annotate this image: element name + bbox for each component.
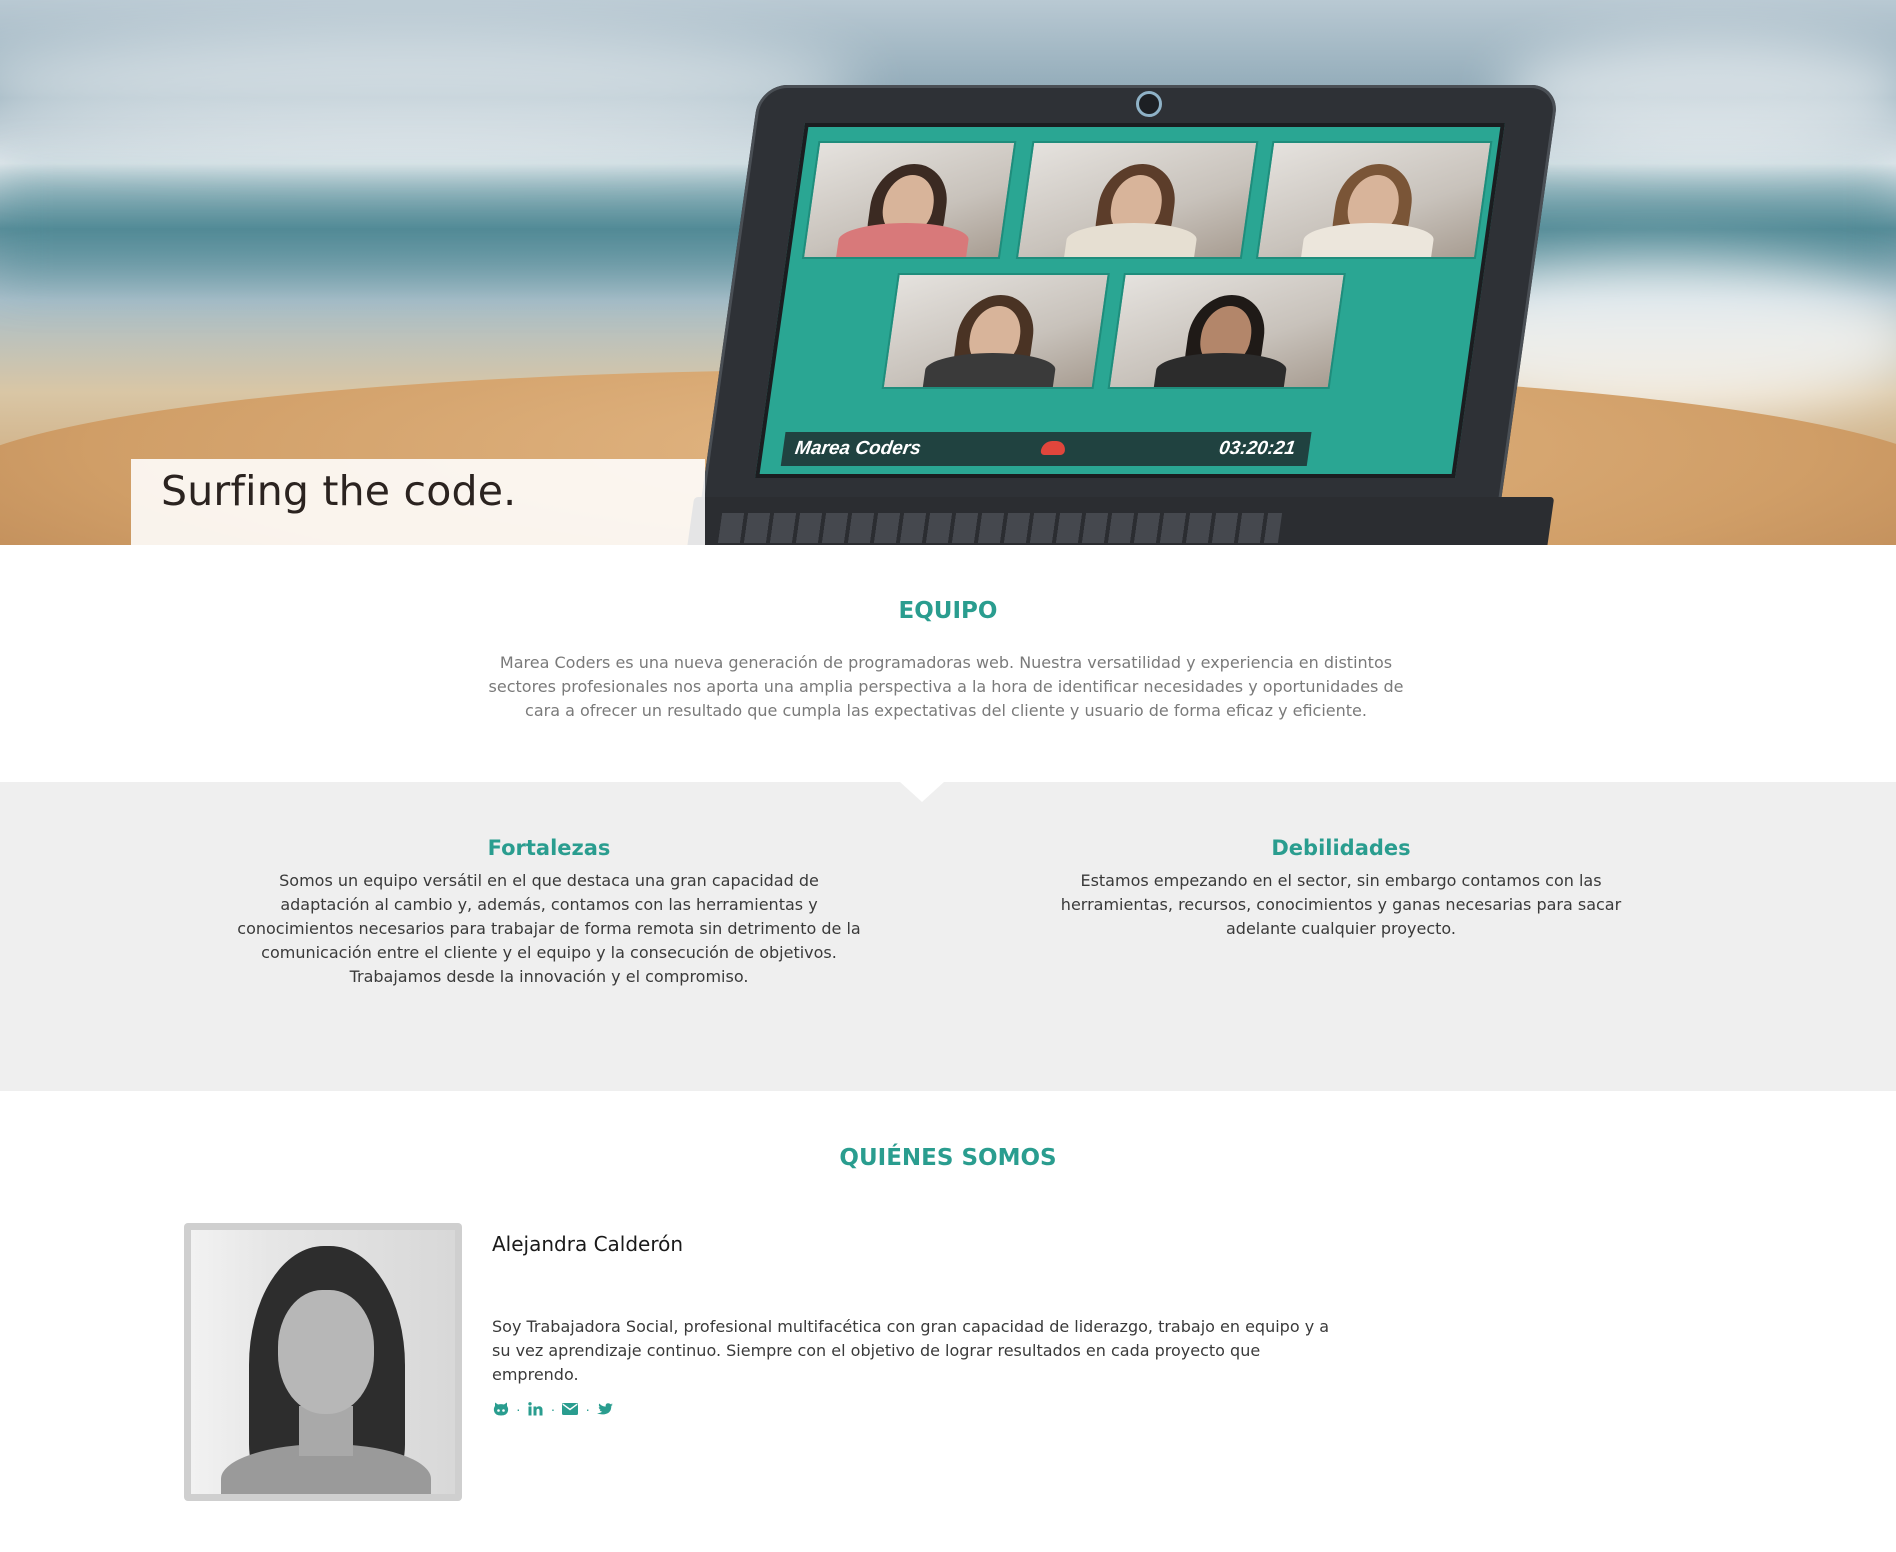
laptop-camera [1136,91,1162,117]
email-icon[interactable] [561,1400,579,1418]
hero-tagline-box: Surfing the code. [131,459,705,545]
member-name: Alejandra Calderón [492,1232,684,1256]
video-tile [801,141,1017,259]
strengths-text: Somos un equipo versátil en el que desta… [237,871,861,986]
quienes-somos-section: QUIÉNES SOMOS Alejandra Calderón Soy Tra… [0,1091,1896,1552]
social-separator: · [516,1401,521,1417]
social-separator: · [550,1401,556,1417]
member-social-links: · · · [492,1399,614,1419]
hero-tagline: Surfing the code. [161,467,517,515]
video-call-bar: Marea Coders 03:20:21 [780,432,1312,466]
quienes-title: QUIÉNES SOMOS [839,1145,1057,1171]
laptop-keyboard [717,513,1283,543]
hero-wave [1500,40,1896,150]
hero-banner: Marea Coders 03:20:21 Surfing the code. [0,0,1896,545]
video-tile [1255,141,1493,259]
github-icon[interactable] [492,1400,510,1418]
video-tile [1015,141,1259,259]
weaknesses-text: Estamos empezando en el sector, sin emba… [1060,871,1622,938]
video-tile [1107,273,1346,389]
equipo-description: Marea Coders es una nueva generación de … [488,653,1404,720]
hero-laptop-image: Marea Coders 03:20:21 [685,85,1560,545]
section-notch [900,782,944,802]
member-photo [191,1230,455,1494]
social-separator: · [585,1401,591,1417]
strengths-weaknesses-section: Fortalezas Somos un equipo versátil en e… [0,782,1896,1091]
weaknesses-title: Debilidades [1271,836,1411,860]
video-tile [881,273,1110,389]
strengths-title: Fortalezas [487,836,611,860]
equipo-title: EQUIPO [898,598,998,624]
weaknesses-block: Debilidades Estamos empezando en el sect… [1024,836,1658,941]
member-bio: Soy Trabajadora Social, profesional mult… [492,1317,1330,1384]
video-call-screen: Marea Coders 03:20:21 [755,123,1505,478]
call-time: 03:20:21 [1217,438,1297,459]
twitter-icon[interactable] [596,1400,614,1418]
call-name: Marea Coders [793,438,923,459]
equipo-section: EQUIPO Marea Coders es una nueva generac… [0,545,1896,782]
team-member-card: Alejandra Calderón Soy Trabajadora Socia… [184,1223,1384,1513]
member-photo-frame [184,1223,462,1501]
hang-up-icon [1040,441,1067,455]
linkedin-icon[interactable] [527,1400,545,1418]
strengths-block: Fortalezas Somos un equipo versátil en e… [233,836,865,989]
